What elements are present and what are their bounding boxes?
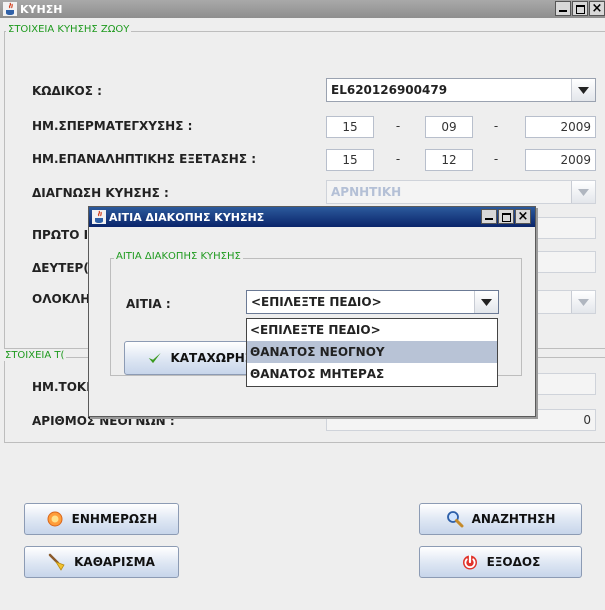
- exit-button-label: ΕΞΟΔΟΣ: [486, 555, 541, 569]
- search-button-label: ΑΝΑΖΗΤΗΣΗ: [471, 512, 556, 526]
- date-separator: -: [395, 152, 401, 166]
- exit-icon: [462, 554, 477, 570]
- window-title: ΚΥΗΣΗ: [20, 2, 63, 16]
- dialog-title: ΑΙΤΙΑ ΔΙΑΚΟΠΗΣ ΚΥΗΣΗΣ: [109, 210, 265, 224]
- dialog-window-controls: ×: [481, 209, 531, 224]
- code-combo[interactable]: EL620126900479: [326, 78, 596, 102]
- clear-button-label: ΚΑΘΑΡΙΣΜΑ: [74, 555, 155, 569]
- register-button[interactable]: ΚΑΤΑΧΩΡΗΣ: [124, 341, 254, 375]
- dropdown-option[interactable]: ΘΑΝΑΤΟΣ ΜΗΤΕΡΑΣ: [247, 363, 497, 385]
- update-button[interactable]: ΕΝΗΜΕΡΩΣΗ: [24, 503, 179, 535]
- pregnancy-info-group-title: ΣΤΟΙΧΕΙΑ ΚΥΗΣΗΣ ΖΩΟΥ: [6, 24, 132, 35]
- chevron-down-icon[interactable]: [474, 291, 498, 313]
- maximize-icon[interactable]: [498, 209, 514, 224]
- completion-combo[interactable]: [536, 290, 596, 314]
- diagnosis-label: ΔΙΑΓΝΩΣΗ ΚΥΗΣΗΣ :: [32, 186, 169, 200]
- cause-label: ΑΙΤΙΑ :: [126, 297, 171, 311]
- checkmark-icon: [148, 352, 161, 364]
- birth-info-group-title: ΣΤΟΙΧΕΙΑ Τ(: [3, 350, 67, 361]
- date-separator: -: [395, 119, 401, 133]
- date-separator: -: [493, 152, 499, 166]
- chevron-down-icon[interactable]: [571, 291, 595, 313]
- clear-button[interactable]: ΚΑΘΑΡΙΣΜΑ: [24, 546, 179, 578]
- first-field[interactable]: [536, 217, 596, 239]
- chevron-down-icon[interactable]: [571, 79, 595, 101]
- insemination-month-field[interactable]: 09: [425, 116, 473, 138]
- birth-date-field[interactable]: [536, 373, 596, 395]
- first-label: ΠΡΩΤΟ Ι: [32, 228, 89, 242]
- reexam-month-field[interactable]: 12: [425, 149, 473, 171]
- maximize-icon[interactable]: [572, 1, 588, 16]
- birth-date-label: ΗΜ.ΤΟΚΕ: [32, 380, 95, 394]
- date-separator: -: [493, 119, 499, 133]
- insemination-year-field[interactable]: 2009: [525, 116, 596, 138]
- minimize-icon[interactable]: [555, 1, 571, 16]
- dialog-cause-group-title: ΑΙΤΙΑ ΔΙΑΚΟΠΗΣ ΚΥΗΣΗΣ: [114, 251, 243, 262]
- insemination-day-field[interactable]: 15: [326, 116, 374, 138]
- search-button[interactable]: ΑΝΑΖΗΤΗΣΗ: [419, 503, 582, 535]
- dropdown-option-selected[interactable]: ΘΑΝΑΤΟΣ ΝΕΟΓΝΟΥ: [247, 341, 497, 363]
- window-controls: ×: [555, 1, 605, 16]
- java-app-icon: [92, 210, 106, 224]
- completion-label: ΟΛΟΚΛΗ: [32, 292, 91, 306]
- code-label: ΚΩΔΙΚΟΣ :: [32, 84, 102, 98]
- close-icon[interactable]: ×: [515, 209, 531, 224]
- cause-combo[interactable]: <ΕΠΙΛΕΞΤΕ ΠΕΔΙΟ>: [246, 290, 499, 314]
- second-label: ΔΕΥΤΕΡ(: [32, 261, 89, 275]
- java-app-icon: [3, 2, 17, 16]
- code-combo-value: EL620126900479: [331, 83, 448, 97]
- second-field[interactable]: [536, 251, 596, 273]
- update-button-label: ΕΝΗΜΕΡΩΣΗ: [71, 512, 158, 526]
- insemination-date-label: ΗΜ.ΣΠΕΡΜΑΤΕΓΧΥΣΗΣ :: [32, 119, 193, 133]
- chevron-down-icon[interactable]: [571, 181, 595, 203]
- cause-dropdown-list: <ΕΠΙΛΕΞΤΕ ΠΕΔΙΟ> ΘΑΝΑΤΟΣ ΝΕΟΓΝΟΥ ΘΑΝΑΤΟΣ…: [246, 318, 498, 387]
- cause-combo-value: <ΕΠΙΛΕΞΤΕ ΠΕΔΙΟ>: [251, 295, 382, 309]
- broom-icon: [48, 553, 65, 571]
- register-button-label: ΚΑΤΑΧΩΡΗΣ: [170, 351, 253, 365]
- close-icon[interactable]: ×: [589, 1, 605, 16]
- update-icon: [47, 511, 63, 527]
- reexam-day-field[interactable]: 15: [326, 149, 374, 171]
- diagnosis-combo[interactable]: ΑΡΝΗΤΙΚΗ: [326, 180, 596, 204]
- window-title-bar[interactable]: ΚΥΗΣΗ: [0, 0, 605, 18]
- search-icon: [446, 511, 464, 528]
- dialog-title-bar[interactable]: ΑΙΤΙΑ ΔΙΑΚΟΠΗΣ ΚΥΗΣΗΣ: [89, 207, 535, 227]
- dropdown-option[interactable]: <ΕΠΙΛΕΞΤΕ ΠΕΔΙΟ>: [247, 319, 497, 341]
- reexam-date-label: ΗΜ.ΕΠΑΝΑΛΗΠΤΙΚΗΣ ΕΞΕΤΑΣΗΣ :: [32, 152, 257, 166]
- exit-button[interactable]: ΕΞΟΔΟΣ: [419, 546, 582, 578]
- minimize-icon[interactable]: [481, 209, 497, 224]
- diagnosis-combo-value: ΑΡΝΗΤΙΚΗ: [331, 185, 402, 199]
- reexam-year-field[interactable]: 2009: [525, 149, 596, 171]
